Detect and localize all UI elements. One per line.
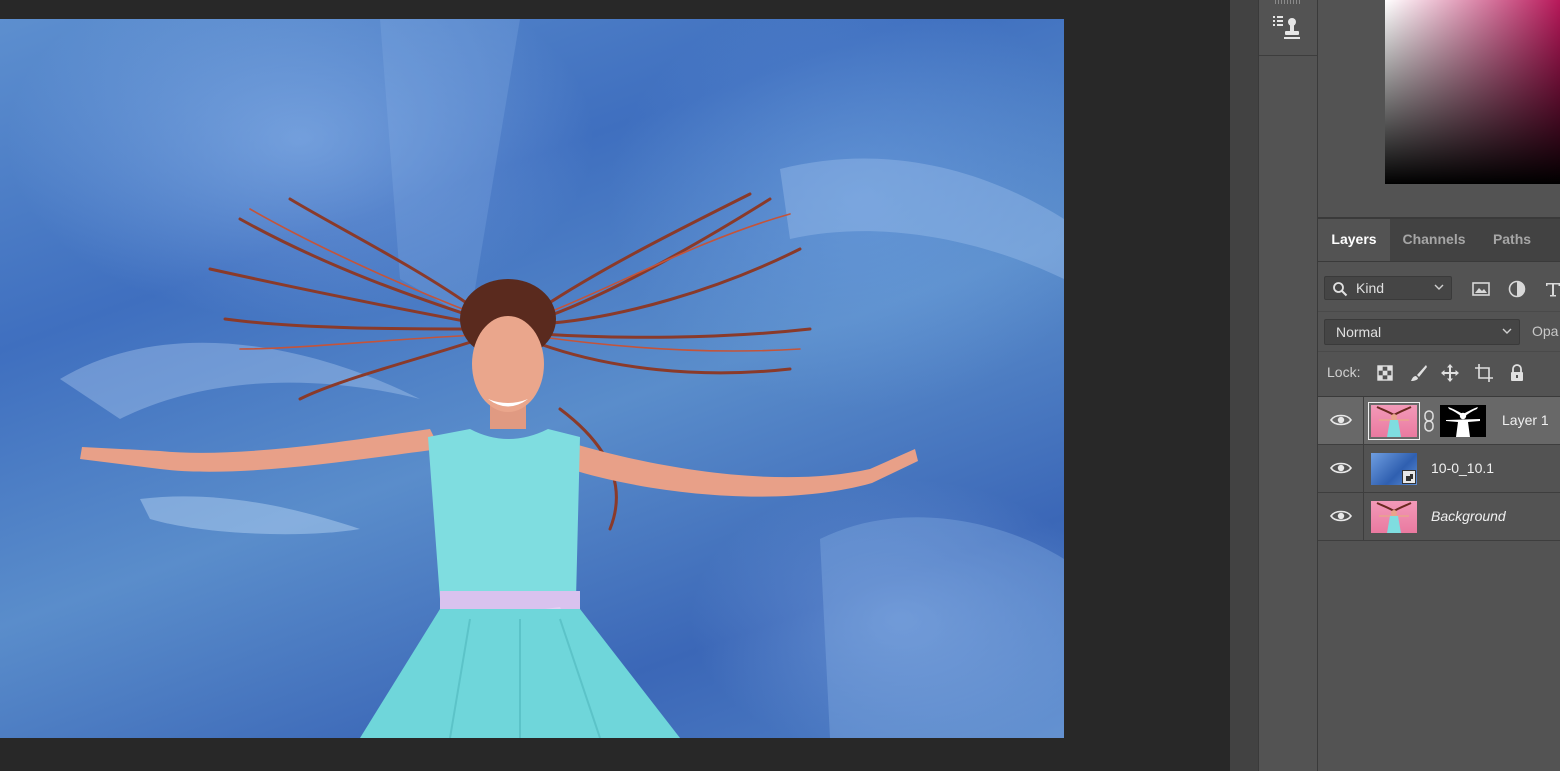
image-filter-icon[interactable] — [1471, 279, 1491, 299]
tab-channels[interactable]: Channels — [1390, 219, 1478, 261]
layer-name[interactable]: Background — [1431, 508, 1506, 524]
document-canvas[interactable] — [0, 19, 1064, 738]
canvas-image — [60, 19, 1064, 738]
layer-row-smart-object[interactable]: 10-0_10.1 — [1318, 445, 1560, 493]
opacity-label: Opa — [1532, 323, 1559, 339]
chevron-down-icon — [1434, 284, 1444, 290]
layer-name[interactable]: Layer 1 — [1502, 412, 1549, 428]
lock-position-icon[interactable] — [1440, 363, 1460, 383]
layer-mask-thumbnail[interactable] — [1440, 405, 1486, 437]
layer-mask-image — [1446, 407, 1480, 437]
layer-row-layer-1[interactable]: Layer 1 — [1318, 397, 1560, 445]
divider — [1363, 397, 1364, 445]
layer-row-background[interactable]: Background — [1318, 493, 1560, 541]
color-picker-field[interactable] — [1385, 0, 1560, 184]
layer-filter-row: Kind — [1318, 263, 1560, 311]
visibility-eye-icon[interactable] — [1330, 507, 1352, 525]
collapsed-panel-column — [1258, 0, 1318, 771]
lock-image-pixels-icon[interactable] — [1409, 363, 1429, 383]
blend-mode-dropdown[interactable]: Normal — [1324, 319, 1520, 345]
chevron-down-icon — [1502, 328, 1512, 334]
layers-tab-bar: Layers Channels Paths — [1318, 219, 1560, 262]
lock-transparent-pixels-icon[interactable] — [1375, 363, 1395, 383]
visibility-eye-icon[interactable] — [1330, 459, 1352, 477]
layers-list: Layer 1 10-0_10.1 Background — [1318, 396, 1560, 542]
lock-all-icon[interactable] — [1507, 363, 1527, 383]
lock-label: Lock: — [1327, 364, 1361, 380]
tab-layers[interactable]: Layers — [1318, 219, 1390, 261]
layer-thumbnail[interactable] — [1371, 501, 1417, 533]
filter-kind-dropdown[interactable]: Kind — [1324, 276, 1452, 300]
canvas-area[interactable] — [0, 0, 1230, 771]
layer-thumbnail[interactable] — [1368, 402, 1420, 440]
layer-thumbnail-image — [1376, 406, 1412, 437]
layer-thumbnail[interactable] — [1371, 453, 1417, 485]
divider — [1259, 55, 1317, 56]
divider — [1363, 445, 1364, 493]
panel-dock-strip — [1230, 0, 1318, 771]
type-filter-icon[interactable] — [1543, 279, 1560, 299]
lock-artboard-icon[interactable] — [1474, 363, 1494, 383]
adjustment-filter-icon[interactable] — [1507, 279, 1527, 299]
lock-row: Lock: — [1318, 351, 1560, 396]
blend-mode-label: Normal — [1336, 324, 1382, 340]
clone-source-icon[interactable] — [1271, 8, 1305, 44]
blend-row: Normal Opa — [1318, 311, 1560, 352]
search-icon — [1333, 282, 1348, 297]
filter-kind-label: Kind — [1356, 280, 1385, 296]
visibility-eye-icon[interactable] — [1330, 411, 1352, 429]
layer-thumbnail-image — [1376, 502, 1412, 533]
divider — [1363, 493, 1364, 541]
right-panel: Layers Channels Paths Kind Normal Opa Lo… — [1318, 0, 1560, 771]
smart-object-icon — [1402, 470, 1416, 484]
tab-paths[interactable]: Paths — [1478, 219, 1546, 261]
layer-name[interactable]: 10-0_10.1 — [1431, 460, 1494, 476]
mask-link-icon[interactable] — [1422, 409, 1436, 433]
panel-grip[interactable] — [1275, 0, 1301, 4]
